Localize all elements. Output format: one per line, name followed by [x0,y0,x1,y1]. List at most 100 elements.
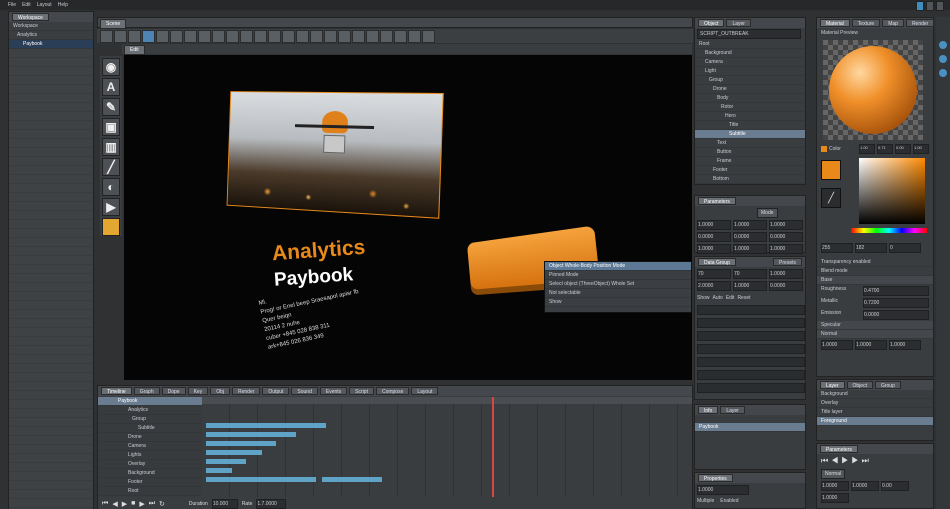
layer-item[interactable]: Title layer [817,408,933,417]
transparency-check[interactable]: Transparency enabled [817,258,933,267]
tab-object[interactable]: Object [698,19,725,27]
sphere-icon[interactable] [380,30,393,43]
blend-mode[interactable]: Blend mode [817,267,933,276]
color-value[interactable]: 1.00 [913,144,929,154]
check-multiple[interactable]: Multiple [697,498,714,504]
playhead[interactable] [492,397,494,497]
pen-tool-icon[interactable]: ╱ [102,158,120,176]
strip-icon[interactable] [939,55,947,63]
data-slider[interactable] [697,331,805,341]
layer-item-selected[interactable]: Foreground [817,417,933,426]
tab-key[interactable]: Key [187,387,209,395]
context-menu-item[interactable]: Pinned Mode [545,271,691,280]
param-field[interactable]: 0.0000 [697,232,731,242]
track-bar[interactable] [206,468,232,473]
next-key-icon[interactable]: ▶ [139,500,144,508]
tab-material[interactable]: Material [820,19,850,27]
tab-layer-small[interactable]: Layer [720,406,745,414]
strip-icon[interactable] [939,41,947,49]
color-value[interactable]: 0.00 [895,144,911,154]
info-item[interactable]: Paybook [695,423,805,432]
outliner-item[interactable]: Frame [695,157,805,166]
snap-icon[interactable] [170,30,183,43]
time-ruler[interactable] [202,397,692,404]
context-menu-item[interactable]: Select object (ThreeObject) Whole Set [545,280,691,289]
render-icon[interactable] [254,30,267,43]
param-mode-dropdown[interactable]: Mode [757,208,778,218]
tab-layer[interactable]: Layer [726,19,751,27]
param-bottom-field[interactable]: 1.0000 [821,481,849,491]
brush-tool-icon[interactable]: ✎ [102,98,120,116]
track-bar[interactable] [206,432,296,437]
timeline-tracks[interactable] [202,397,692,497]
tab-objects[interactable]: Object [846,381,873,389]
link-icon[interactable] [282,30,295,43]
tab-render[interactable]: Render [905,19,935,27]
param-field[interactable]: 1.0000 [733,220,767,230]
track-item[interactable]: Lights [98,451,202,460]
shape-icon[interactable] [310,30,323,43]
close-button[interactable] [936,1,944,11]
outliner-dropdown[interactable]: SCRIPT_OUTBREAK [697,29,801,39]
tab-workspace[interactable]: Workspace [12,13,49,21]
layer-item[interactable]: Background [817,390,933,399]
tree-item[interactable]: Analytics [9,31,93,40]
tab-texture[interactable]: Texture [851,19,881,27]
prev-key-icon[interactable]: ◀ [112,500,117,508]
track-bar[interactable] [206,423,326,428]
menu-file[interactable]: File [8,2,16,8]
skip-forward-icon[interactable]: ⏭ [862,456,872,465]
field-value[interactable]: 0.7200 [863,298,929,308]
param-field[interactable]: 1.0000 [769,244,803,254]
tree-item-selected[interactable]: Paybook [9,40,93,49]
outliner-item[interactable]: Footer [695,166,805,175]
data-field[interactable]: 70 [697,269,731,279]
cylinder-icon[interactable] [394,30,407,43]
to-end-icon[interactable]: ⏭ [149,500,155,508]
track-item[interactable]: Subtitle [98,424,202,433]
track-bar[interactable] [206,459,246,464]
color-picker-field[interactable] [859,158,925,224]
data-slider[interactable] [697,344,805,354]
section-normal[interactable]: Normal [817,330,933,339]
tab-dope[interactable]: Dope [161,387,186,395]
outliner-item[interactable]: Light [695,67,805,76]
to-start-icon[interactable]: ⏮ [102,500,108,508]
section-base[interactable]: Base [817,276,933,285]
loop-icon[interactable]: ↻ [159,500,165,508]
track-item[interactable]: Overlay [98,460,202,469]
param-field[interactable]: 1.0000 [733,244,767,254]
tab-events[interactable]: Events [319,387,348,395]
grid-icon[interactable] [156,30,169,43]
scale-tool-icon[interactable] [128,30,141,43]
rgb-field[interactable]: 182 [855,243,887,253]
menu-edit[interactable]: Edit [22,2,31,8]
check-show[interactable]: Show [697,295,710,301]
data-field[interactable]: 0.0000 [769,281,803,291]
tab-script[interactable]: Script [349,387,374,395]
globe-tool-icon[interactable]: ◉ [102,58,120,76]
image-icon[interactable] [226,30,239,43]
data-field[interactable]: 1.0000 [769,269,803,279]
param-field[interactable]: 1.0000 [697,244,731,254]
field-value[interactable]: 0.4700 [863,286,929,296]
tab-output[interactable]: Output [262,387,290,395]
maximize-button[interactable] [926,1,934,11]
color-value[interactable]: 1.00 [859,144,875,154]
tab-compose[interactable]: Compose [375,387,410,395]
param-field[interactable]: 1.0000 [769,220,803,230]
strip-icon[interactable] [939,69,947,77]
track-bar[interactable] [206,450,262,455]
check-auto[interactable]: Auto [713,295,723,301]
hue-slider[interactable] [851,228,927,233]
data-field[interactable]: 1.0000 [733,281,767,291]
tab-edit[interactable]: Edit [124,45,145,55]
text-icon[interactable] [212,30,225,43]
plane-icon[interactable] [408,30,421,43]
outliner-item[interactable]: Hero [695,112,805,121]
outliner-item[interactable]: Title [695,121,805,130]
outliner-item[interactable]: Body [695,94,805,103]
data-field[interactable]: 2.0000 [697,281,731,291]
data-field[interactable]: 70 [733,269,767,279]
step-forward-icon[interactable]: ▶ [851,456,861,465]
